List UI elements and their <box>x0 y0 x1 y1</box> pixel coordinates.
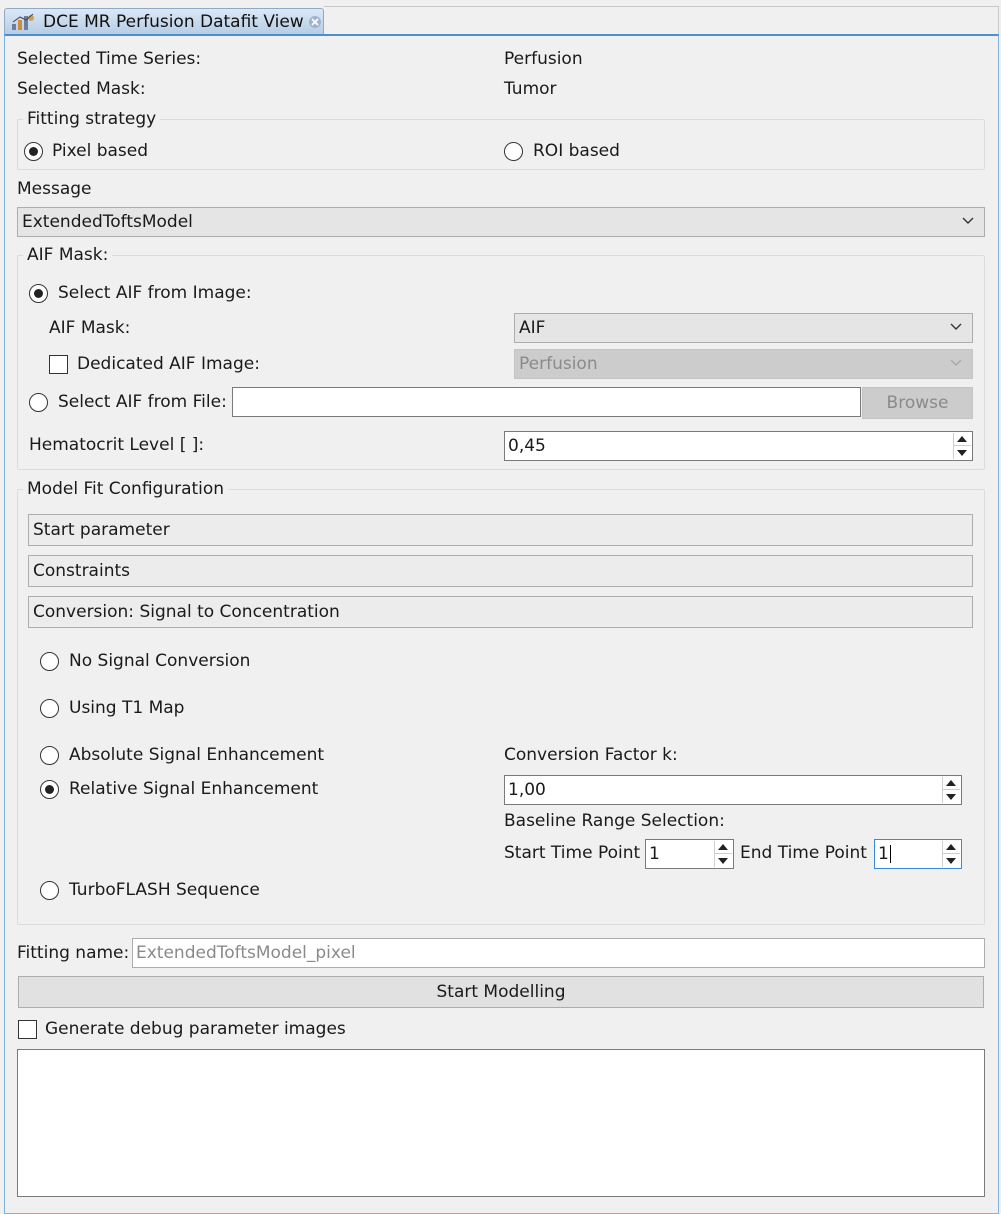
generate-debug-images-checkbox[interactable] <box>18 1020 37 1039</box>
fitting-strategy-group <box>17 119 985 170</box>
absolute-signal-enhancement-label[interactable]: Absolute Signal Enhancement <box>69 744 324 766</box>
conversion-factor-spinbox[interactable]: 1,00 <box>504 775 962 805</box>
model-select[interactable]: ExtendedToftsModel <box>17 207 985 237</box>
aif-mask-select-value: AIF <box>519 318 546 338</box>
model-select-value: ExtendedToftsModel <box>22 212 193 232</box>
using-t1-map-radio[interactable] <box>40 699 59 718</box>
fitting-name-label: Fitting name: <box>17 943 130 963</box>
absolute-signal-enhancement-radio[interactable] <box>40 746 59 765</box>
aif-file-path-input[interactable] <box>232 387 861 417</box>
aif-mask-select[interactable]: AIF <box>514 313 973 343</box>
selected-time-series-value: Perfusion <box>504 49 583 69</box>
datafit-view-icon <box>12 13 34 30</box>
hematocrit-level-label: Hematocrit Level [ ]: <box>29 435 205 455</box>
aif-mask-label: AIF Mask: <box>49 318 131 338</box>
conversion-factor-value: 1,00 <box>508 780 546 800</box>
no-signal-conversion-radio[interactable] <box>40 652 59 671</box>
dedicated-aif-image-select-value: Perfusion <box>519 354 598 374</box>
model-fit-configuration-title: Model Fit Configuration <box>23 478 229 500</box>
log-output-area[interactable] <box>17 1049 985 1197</box>
dedicated-aif-image-select: Perfusion <box>514 349 973 379</box>
message-label: Message <box>17 179 92 199</box>
dedicated-aif-image-checkbox[interactable] <box>49 355 68 374</box>
chevron-down-icon <box>950 359 962 366</box>
roi-based-radio[interactable] <box>504 142 523 161</box>
conversion-factor-label: Conversion Factor k: <box>504 745 678 765</box>
selected-time-series-label: Selected Time Series: <box>17 49 202 69</box>
hematocrit-level-value: 0,45 <box>508 436 546 456</box>
selected-mask-value: Tumor <box>504 79 557 99</box>
turboflash-sequence-label[interactable]: TurboFLASH Sequence <box>69 879 260 901</box>
conversion-section[interactable]: Conversion: Signal to Concentration <box>28 596 973 628</box>
aif-group-title: AIF Mask: <box>23 244 113 266</box>
end-time-point-spinbox[interactable]: 1 <box>874 839 962 869</box>
pixel-based-radio[interactable] <box>24 142 43 161</box>
end-time-point-value: 1 <box>878 844 889 864</box>
chevron-down-icon <box>950 323 962 330</box>
view-tab[interactable]: DCE MR Perfusion Datafit View <box>4 8 324 34</box>
fitting-name-input[interactable]: ExtendedToftsModel_pixel <box>132 938 985 968</box>
select-aif-from-image-label[interactable]: Select AIF from Image: <box>58 282 252 304</box>
close-icon[interactable] <box>308 15 322 29</box>
start-parameter-section[interactable]: Start parameter <box>28 514 973 546</box>
spin-arrows-icon[interactable] <box>953 433 971 459</box>
select-aif-from-file-radio[interactable] <box>29 393 48 412</box>
start-time-point-label: Start Time Point <box>504 843 641 863</box>
pixel-based-label[interactable]: Pixel based <box>52 140 148 162</box>
dedicated-aif-image-label[interactable]: Dedicated AIF Image: <box>77 353 260 375</box>
selected-mask-label: Selected Mask: <box>17 79 146 99</box>
start-modelling-button[interactable]: Start Modelling <box>18 976 984 1008</box>
tab-title: DCE MR Perfusion Datafit View <box>43 12 304 32</box>
constraints-section[interactable]: Constraints <box>28 555 973 587</box>
relative-signal-enhancement-label[interactable]: Relative Signal Enhancement <box>69 778 318 800</box>
text-caret <box>889 845 891 863</box>
spin-arrows-icon[interactable] <box>714 841 732 867</box>
start-time-point-value: 1 <box>649 844 660 864</box>
hematocrit-level-spinbox[interactable]: 0,45 <box>504 431 973 461</box>
select-aif-from-image-radio[interactable] <box>29 284 48 303</box>
view-top-edge <box>324 6 999 34</box>
spin-arrows-icon[interactable] <box>942 777 960 803</box>
chevron-down-icon <box>962 217 974 224</box>
start-time-point-spinbox[interactable]: 1 <box>645 839 734 869</box>
roi-based-label[interactable]: ROI based <box>533 140 620 162</box>
browse-button[interactable]: Browse <box>862 387 973 419</box>
relative-signal-enhancement-radio[interactable] <box>40 780 59 799</box>
fitting-strategy-title: Fitting strategy <box>23 108 161 130</box>
turboflash-sequence-radio[interactable] <box>40 881 59 900</box>
end-time-point-label: End Time Point <box>740 843 867 863</box>
no-signal-conversion-label[interactable]: No Signal Conversion <box>69 650 250 672</box>
spin-arrows-icon[interactable] <box>942 841 960 867</box>
generate-debug-images-label[interactable]: Generate debug parameter images <box>45 1018 346 1040</box>
baseline-range-label: Baseline Range Selection: <box>504 811 725 831</box>
using-t1-map-label[interactable]: Using T1 Map <box>69 697 184 719</box>
select-aif-from-file-label[interactable]: Select AIF from File: <box>58 391 227 413</box>
